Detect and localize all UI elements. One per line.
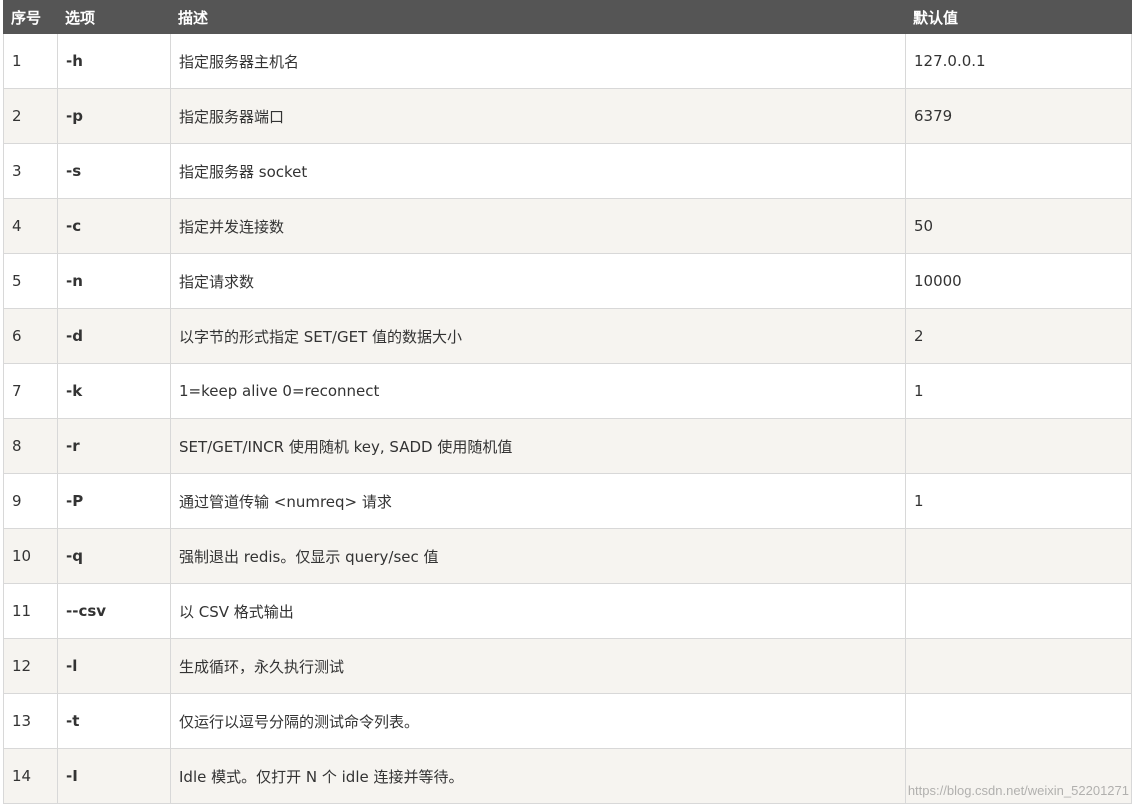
table-row: 4 -c 指定并发连接数 50 xyxy=(3,198,1132,254)
cell-description: 指定服务器主机名 xyxy=(170,33,906,89)
cell-default: 10000 xyxy=(905,253,1132,309)
table-row: 8 -r SET/GET/INCR 使用随机 key, SADD 使用随机值 xyxy=(3,418,1132,474)
cell-default xyxy=(905,583,1132,639)
cell-default: 6379 xyxy=(905,88,1132,144)
cell-num: 7 xyxy=(3,363,58,419)
table-row: 2 -p 指定服务器端口 6379 xyxy=(3,88,1132,144)
cell-default xyxy=(905,528,1132,584)
cell-description: 强制退出 redis。仅显示 query/sec 值 xyxy=(170,528,906,584)
table-row: 3 -s 指定服务器 socket xyxy=(3,143,1132,199)
table-row: 10 -q 强制退出 redis。仅显示 query/sec 值 xyxy=(3,528,1132,584)
cell-description: 通过管道传输 <numreq> 请求 xyxy=(170,473,906,529)
cell-option: -n xyxy=(57,253,171,309)
cell-option: -k xyxy=(57,363,171,419)
table-header: 序号 选项 描述 默认值 xyxy=(3,0,1132,34)
cell-option: -p xyxy=(57,88,171,144)
header-default: 默认值 xyxy=(905,0,1132,34)
table-row: 9 -P 通过管道传输 <numreq> 请求 1 xyxy=(3,473,1132,529)
cell-num: 3 xyxy=(3,143,58,199)
cell-description: 以 CSV 格式输出 xyxy=(170,583,906,639)
cell-num: 4 xyxy=(3,198,58,254)
table-body: 1 -h 指定服务器主机名 127.0.0.1 2 -p 指定服务器端口 6379 3 -s 指定服… xyxy=(3,33,1132,804)
header-option: 选项 xyxy=(57,0,171,34)
cell-num: 8 xyxy=(3,418,58,474)
cell-num: 12 xyxy=(3,638,58,694)
cell-default: 127.0.0.1 xyxy=(905,33,1132,89)
cell-default: 1 xyxy=(905,363,1132,419)
cell-description: 1=keep alive 0=reconnect xyxy=(170,363,906,419)
cell-num: 14 xyxy=(3,748,58,804)
cell-description: Idle 模式。仅打开 N 个 idle 连接并等待。 xyxy=(170,748,906,804)
table-row: 7 -k 1=keep alive 0=reconnect 1 xyxy=(3,363,1132,419)
cell-description: 仅运行以逗号分隔的测试命令列表。 xyxy=(170,693,906,749)
cell-num: 13 xyxy=(3,693,58,749)
cell-num: 9 xyxy=(3,473,58,529)
cell-option: -c xyxy=(57,198,171,254)
cell-option: -t xyxy=(57,693,171,749)
cell-option: --csv xyxy=(57,583,171,639)
header-description: 描述 xyxy=(170,0,906,34)
cell-description: 以字节的形式指定 SET/GET 值的数据大小 xyxy=(170,308,906,364)
cell-option: -q xyxy=(57,528,171,584)
cell-default: 1 xyxy=(905,473,1132,529)
cell-default: 50 xyxy=(905,198,1132,254)
cell-option: -P xyxy=(57,473,171,529)
cell-option: -h xyxy=(57,33,171,89)
header-num: 序号 xyxy=(3,0,58,34)
cell-description: 指定请求数 xyxy=(170,253,906,309)
table-row: 6 -d 以字节的形式指定 SET/GET 值的数据大小 2 xyxy=(3,308,1132,364)
header-row: 序号 选项 描述 默认值 xyxy=(3,0,1132,34)
table-row: 12 -l 生成循环，永久执行测试 xyxy=(3,638,1132,694)
cell-num: 11 xyxy=(3,583,58,639)
cell-option: -r xyxy=(57,418,171,474)
table-row: 11 --csv 以 CSV 格式输出 xyxy=(3,583,1132,639)
cell-option: -d xyxy=(57,308,171,364)
cell-default xyxy=(905,638,1132,694)
cell-num: 6 xyxy=(3,308,58,364)
cell-description: 生成循环，永久执行测试 xyxy=(170,638,906,694)
cell-num: 1 xyxy=(3,33,58,89)
table-row: 1 -h 指定服务器主机名 127.0.0.1 xyxy=(3,33,1132,89)
cell-default xyxy=(905,693,1132,749)
cell-option: -s xyxy=(57,143,171,199)
table-row: 5 -n 指定请求数 10000 xyxy=(3,253,1132,309)
cell-description: 指定服务器 socket xyxy=(170,143,906,199)
cell-num: 10 xyxy=(3,528,58,584)
cell-num: 2 xyxy=(3,88,58,144)
cell-option: -l xyxy=(57,638,171,694)
cell-description: 指定服务器端口 xyxy=(170,88,906,144)
cell-default xyxy=(905,418,1132,474)
cell-default xyxy=(905,143,1132,199)
cell-default: 2 xyxy=(905,308,1132,364)
cell-option: -I xyxy=(57,748,171,804)
table-row: 13 -t 仅运行以逗号分隔的测试命令列表。 xyxy=(3,693,1132,749)
cell-num: 5 xyxy=(3,253,58,309)
options-table: 序号 选项 描述 默认值 1 -h 指定服务器主机名 127.0.0.1 2 -p 指定服务… xyxy=(3,0,1132,804)
cell-description: SET/GET/INCR 使用随机 key, SADD 使用随机值 xyxy=(170,418,906,474)
cell-description: 指定并发连接数 xyxy=(170,198,906,254)
watermark: https://blog.csdn.net/weixin_52201271 xyxy=(907,783,1129,798)
